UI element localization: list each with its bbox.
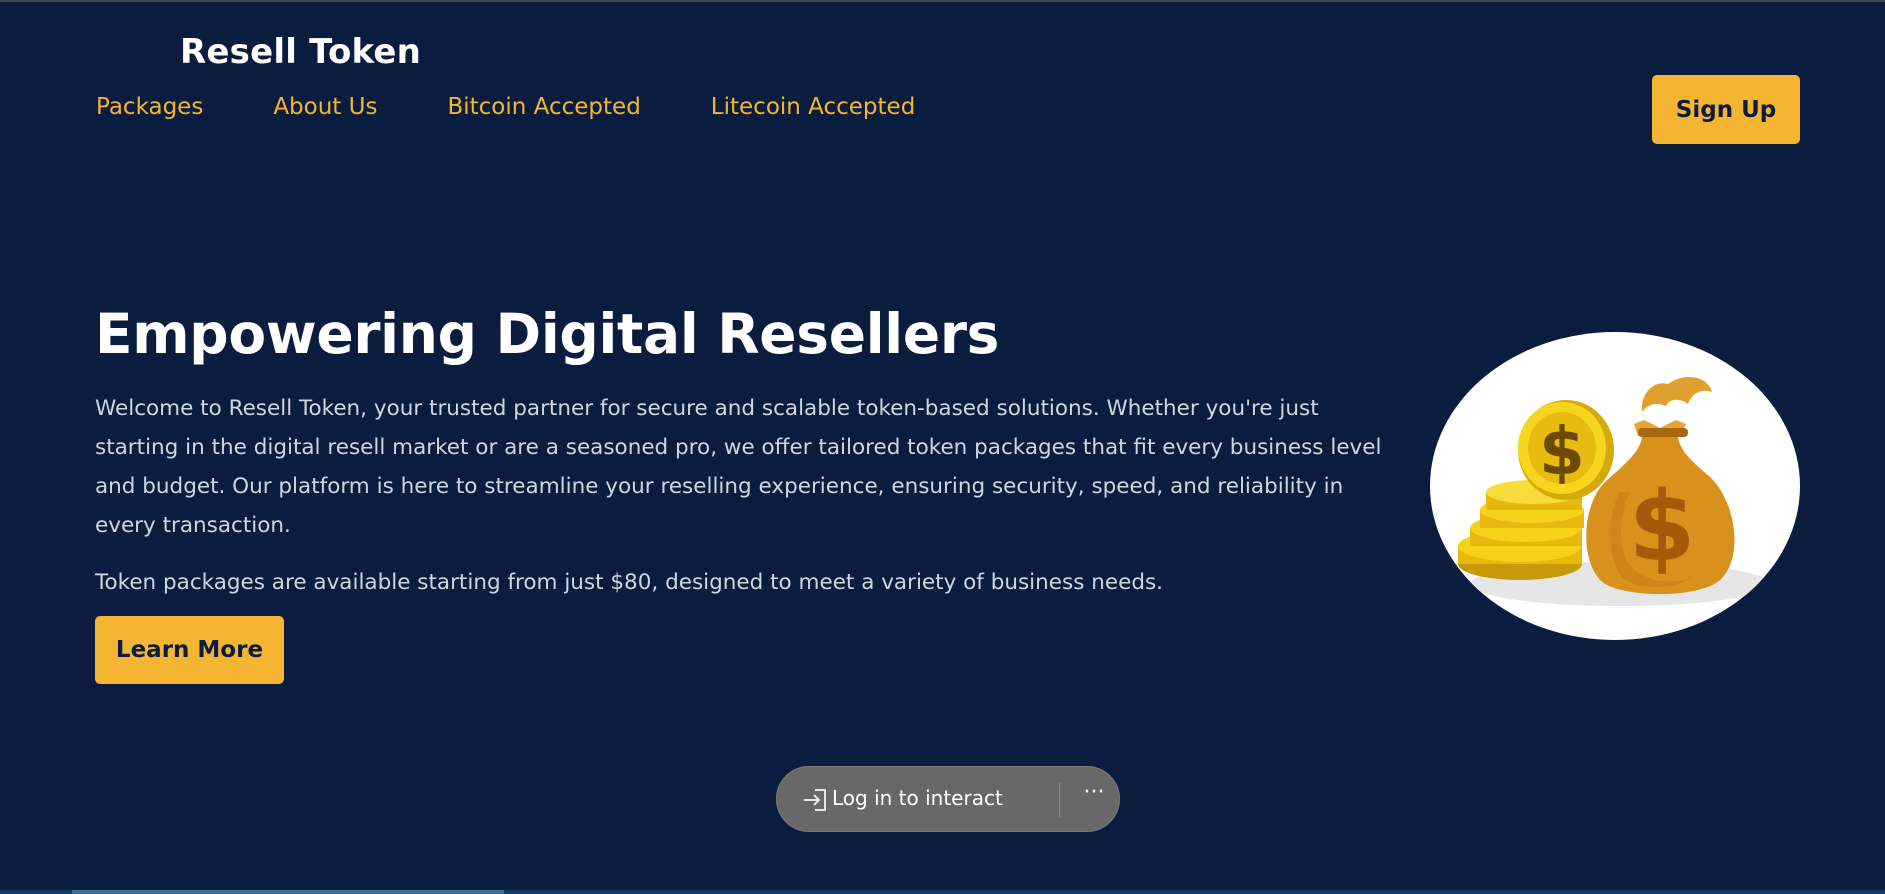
hero-pricing-paragraph: Token packages are available starting fr…	[95, 570, 1163, 595]
money-bag-coins-icon: $ $	[1430, 332, 1800, 640]
brand-logo-text[interactable]: Resell Token	[180, 32, 421, 72]
bottom-border-segment	[72, 890, 504, 894]
top-border	[0, 0, 1885, 2]
hero-title: Empowering Digital Resellers	[95, 302, 1000, 366]
svg-text:$: $	[1539, 413, 1585, 490]
nav-link-packages[interactable]: Packages	[96, 94, 203, 120]
nav-link-bitcoin-accepted[interactable]: Bitcoin Accepted	[447, 94, 640, 120]
sign-in-icon	[801, 787, 829, 813]
main-nav: Packages About Us Bitcoin Accepted Litec…	[96, 94, 915, 120]
hero-section: Empowering Digital Resellers Welcome to …	[95, 295, 1385, 684]
bottom-border	[0, 890, 1885, 894]
svg-text:$: $	[1629, 471, 1696, 583]
signup-button[interactable]: Sign Up	[1652, 75, 1800, 144]
nav-link-litecoin-accepted[interactable]: Litecoin Accepted	[711, 94, 916, 120]
hero-intro-paragraph: Welcome to Resell Token, your trusted pa…	[95, 396, 1382, 538]
nav-link-about-us[interactable]: About Us	[273, 94, 377, 120]
learn-more-button[interactable]: Learn More	[95, 616, 284, 684]
more-dots-icon[interactable]: ···	[1079, 781, 1109, 811]
pill-divider	[1059, 783, 1060, 817]
login-to-interact-pill[interactable]: Log in to interact ···	[776, 766, 1120, 832]
login-label[interactable]: Log in to interact	[832, 786, 1003, 810]
